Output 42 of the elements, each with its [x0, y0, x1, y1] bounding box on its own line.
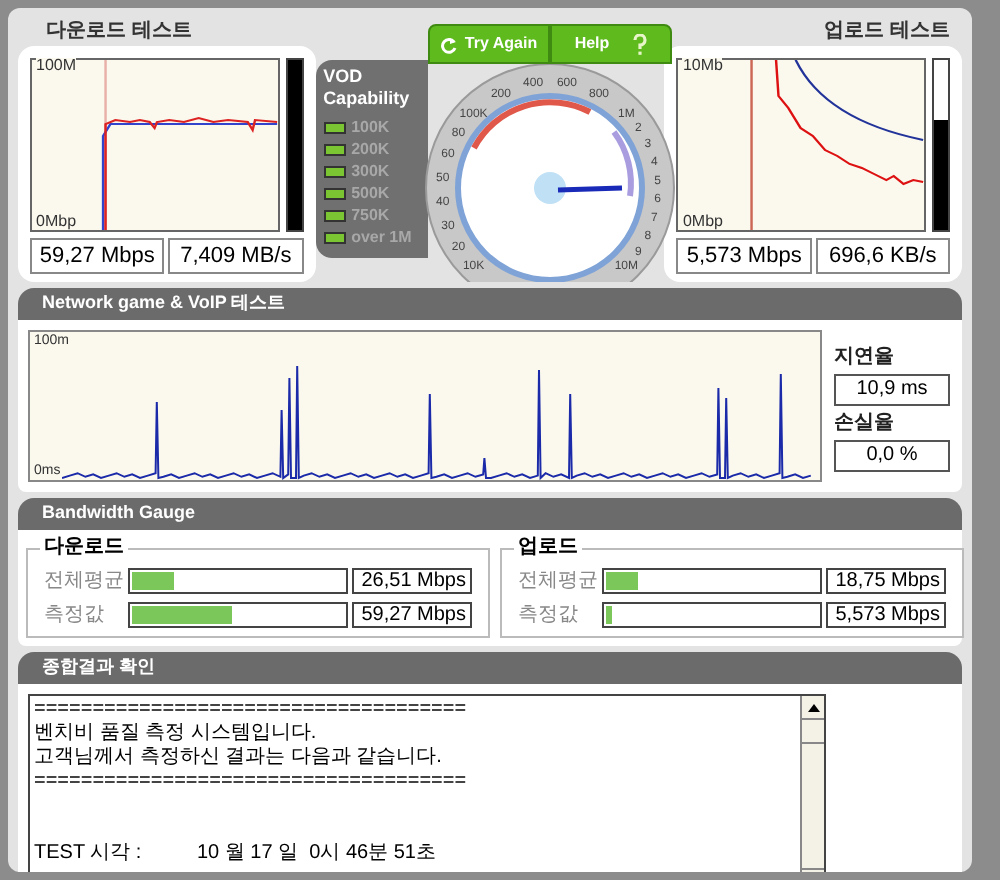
- refresh-icon: [440, 35, 459, 53]
- gauge-label: 측정값: [44, 602, 106, 630]
- section-title: Bandwidth Gauge: [42, 500, 195, 527]
- gauge-value: 26,51 Mbps: [352, 568, 472, 594]
- result-text-area[interactable]: ===================================== 벤치비 품질 측정 시스템입니다. 고객님께서 측정하신 결과는 다음과 같습니다. ===================================== TEST 시각 : 10 월 17 일 0시 46분 51초: [28, 694, 826, 872]
- panel-title: 업로드 테스트: [824, 18, 951, 46]
- gauge-label: 전체평균: [518, 568, 598, 596]
- scrollbar[interactable]: [800, 696, 824, 872]
- reading-field: 59,27 Mbps: [30, 238, 165, 274]
- axis-label: 0Mbp: [682, 214, 723, 230]
- reading-field: 696,6 KB/s: [815, 238, 951, 274]
- loss-label: 손실율: [834, 409, 896, 437]
- try-again-button[interactable]: Try Again: [428, 24, 550, 64]
- gauge-value: 5,573 Mbps: [826, 602, 946, 628]
- vod-level: 300K: [351, 162, 390, 182]
- help-button[interactable]: Help: [550, 24, 672, 64]
- vod-title: VOD Capability: [323, 66, 412, 110]
- panel-title: 다운로드 테스트: [46, 18, 192, 46]
- up-arrow-icon: [807, 703, 819, 711]
- section-title: Network game & VoIP 테스트: [42, 290, 286, 317]
- axis-label: 0Mbp: [36, 214, 77, 230]
- vod-level: 750K: [351, 206, 390, 226]
- gauge-label: 전체평균: [44, 568, 124, 596]
- reading-field: 5,573 Mbps: [676, 238, 812, 274]
- loss-value: 0,0 %: [834, 439, 950, 471]
- latency-value: 10,9 ms: [834, 373, 950, 405]
- help-icon: [631, 33, 648, 55]
- group-title: 다운로드: [40, 536, 128, 560]
- vod-level: 200K: [351, 140, 390, 160]
- group-title: 업로드: [514, 536, 582, 560]
- gauge-value: 18,75 Mbps: [826, 568, 946, 594]
- latency-label: 지연율: [834, 343, 896, 371]
- axis-label: 10Mb: [682, 58, 723, 74]
- gauge-label: 측정값: [518, 602, 580, 630]
- vod-level: 100K: [351, 118, 390, 138]
- reading-field: 7,409 MB/s: [168, 238, 304, 274]
- section-title: 종합결과 확인: [42, 654, 156, 681]
- vod-level: 500K: [351, 184, 390, 204]
- gauge-value: 59,27 Mbps: [352, 602, 472, 628]
- axis-label: 100M: [36, 58, 77, 74]
- result-text: ===================================== 벤치비 품질 측정 시스템입니다. 고객님께서 측정하신 결과는 다음과 같습니다. ===================================== TEST 시각 : 10 월 17 일 0시 46분 51초: [32, 696, 469, 868]
- vod-level: over 1M: [351, 228, 412, 248]
